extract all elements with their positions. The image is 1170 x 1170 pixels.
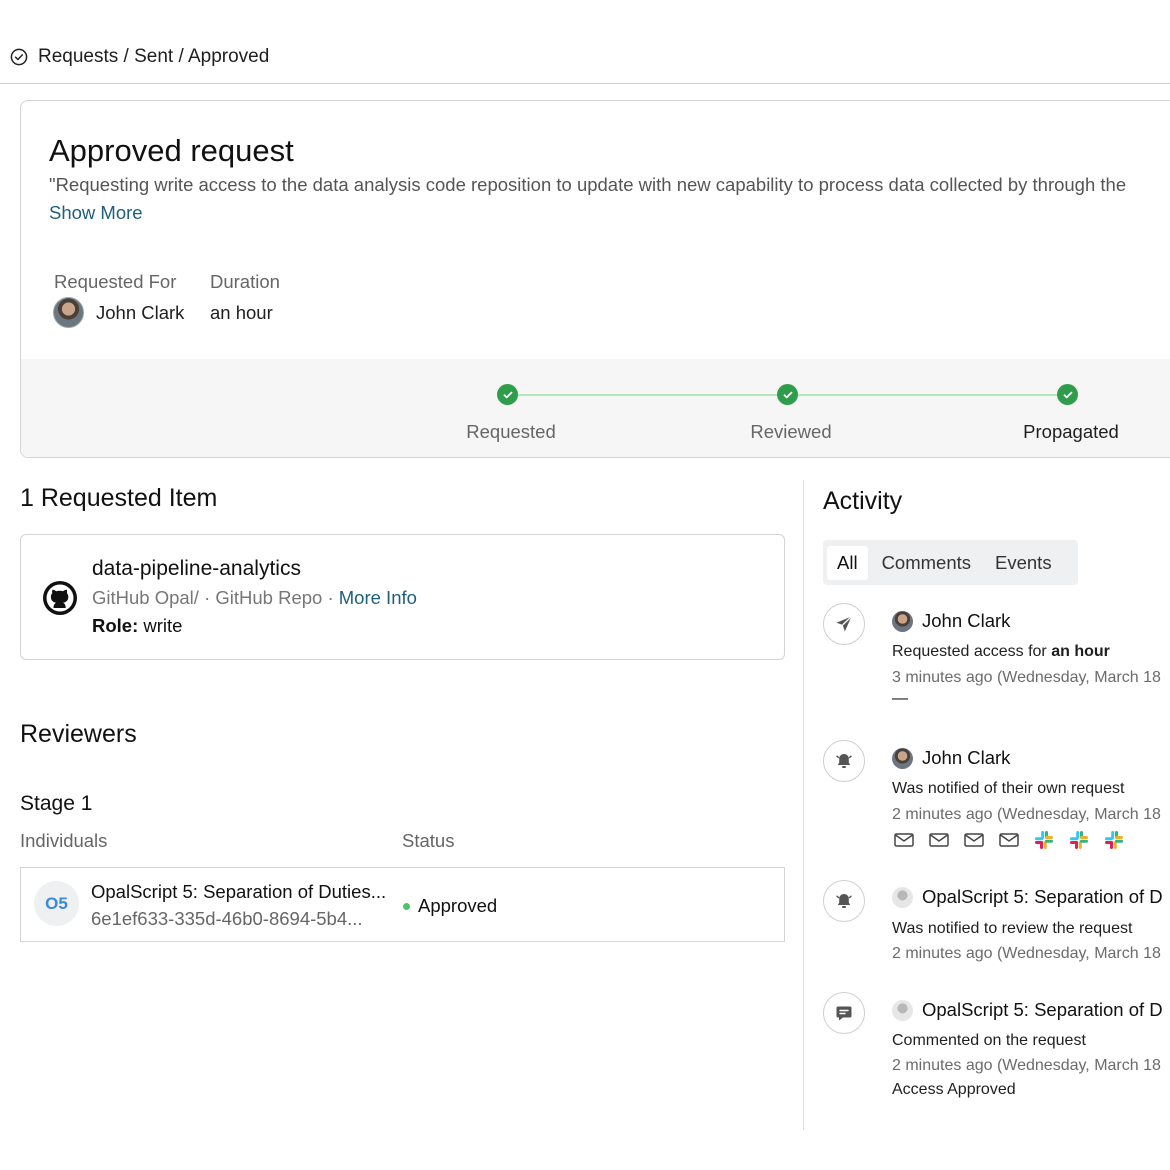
send-icon (823, 603, 865, 645)
duration-label: Duration (210, 271, 280, 292)
avatar (892, 747, 913, 769)
request-description: "Requesting write access to the data ana… (49, 174, 1127, 195)
step-check-icon (1057, 384, 1078, 405)
comment-body: Access Approved (892, 1081, 1016, 1098)
activity-tabs: All Comments Events (823, 540, 1078, 585)
slack-icon[interactable] (1068, 829, 1090, 851)
progress-line (518, 394, 788, 396)
activity-actor[interactable]: OpalScript 5: Separation of D (892, 999, 1163, 1021)
actor-name: John Clark (922, 747, 1011, 768)
mail-icon[interactable] (893, 829, 915, 851)
activity-actor[interactable]: OpalScript 5: Separation of D (892, 886, 1163, 908)
activity-timestamp: 2 minutes ago (Wednesday, March 18 (892, 945, 1161, 962)
activity-text: Was notified to review the request (892, 920, 1133, 937)
activity-text-prefix: Requested access for (892, 643, 1052, 660)
activity-text-duration: an hour (1051, 643, 1110, 660)
actor-name: OpalScript 5: Separation of D (922, 886, 1163, 907)
reviewers-heading: Reviewers (20, 720, 137, 748)
actor-name: John Clark (922, 610, 1011, 631)
request-summary-card: Approved request "Requesting write acces… (20, 100, 1170, 458)
item-role: Role: write (92, 615, 182, 637)
item-source: GitHub Opal/ · GitHub Repo · More Info (92, 587, 417, 609)
step-check-icon (497, 384, 518, 405)
reviewer-row[interactable]: O5 OpalScript 5: Separation of Duties...… (20, 867, 785, 942)
mail-icon[interactable] (928, 829, 950, 851)
mail-icon[interactable] (963, 829, 985, 851)
tab-all[interactable]: All (827, 545, 868, 580)
check-circle-icon (10, 48, 28, 66)
mail-icon[interactable] (998, 829, 1020, 851)
role-label: Role: (92, 615, 139, 636)
status-dot-icon (403, 902, 410, 910)
duration-value: an hour (210, 302, 273, 323)
column-individuals: Individuals (20, 830, 108, 851)
github-icon (41, 579, 79, 617)
column-status: Status (402, 830, 455, 851)
actor-name: OpalScript 5: Separation of D (922, 999, 1163, 1020)
requested-items-heading: 1 Requested Item (20, 484, 218, 512)
request-progress: Requested Reviewed Propagated (21, 359, 1170, 457)
notification-channels (893, 829, 1125, 851)
reviewer-avatar: O5 (34, 881, 79, 926)
activity-timestamp: 3 minutes ago (Wednesday, March 18 (892, 669, 1161, 686)
role-value: write (138, 615, 183, 636)
avatar (892, 999, 913, 1021)
avatar (892, 610, 913, 632)
activity-text: Requested access for an hour (892, 643, 1110, 661)
step-label-propagated: Propagated (1023, 421, 1119, 442)
activity-timestamp: 2 minutes ago (Wednesday, March 18 (892, 1057, 1161, 1074)
column-divider (803, 480, 804, 1130)
reviewer-id: 6e1ef633-335d-46b0-8694-5b4... (91, 908, 363, 929)
page-title: Approved request (49, 133, 294, 168)
status-text: Approved (418, 895, 498, 916)
step-check-icon (777, 384, 798, 405)
avatar (53, 297, 84, 328)
activity-text: Was notified of their own request (892, 780, 1125, 797)
activity-text: Commented on the request (892, 1032, 1086, 1049)
comment-icon (823, 992, 865, 1034)
show-more-link[interactable]: Show More (49, 202, 143, 224)
item-source-text: GitHub Opal/ · GitHub Repo · (92, 587, 339, 608)
reviewer-name: OpalScript 5: Separation of Duties... (91, 881, 387, 902)
breadcrumb-text[interactable]: Requests / Sent / Approved (38, 46, 269, 68)
tab-comments[interactable]: Comments (872, 546, 981, 580)
bell-icon (823, 740, 865, 782)
status-badge: Approved (403, 895, 497, 917)
bell-icon (823, 880, 865, 922)
requested-item-card[interactable]: data-pipeline-analytics GitHub Opal/ · G… (20, 534, 785, 660)
slack-icon[interactable] (1033, 829, 1055, 851)
step-label-requested: Requested (466, 421, 556, 442)
header-divider (0, 83, 1170, 84)
requested-for-value[interactable]: John Clark (96, 302, 184, 324)
slack-icon[interactable] (1103, 829, 1125, 851)
item-name[interactable]: data-pipeline-analytics (92, 557, 301, 581)
stage-heading: Stage 1 (20, 792, 93, 815)
requested-for-label: Requested For (54, 271, 177, 292)
activity-actor[interactable]: John Clark (892, 747, 1010, 769)
progress-line (798, 394, 1068, 396)
activity-dash: — (892, 690, 908, 707)
activity-heading: Activity (823, 487, 903, 515)
breadcrumb: Requests / Sent / Approved (10, 46, 269, 68)
tab-events[interactable]: Events (985, 546, 1062, 580)
avatar (892, 886, 913, 908)
activity-actor[interactable]: John Clark (892, 610, 1010, 632)
activity-timestamp: 2 minutes ago (Wednesday, March 18 (892, 806, 1161, 823)
more-info-link[interactable]: More Info (339, 587, 417, 608)
step-label-reviewed: Reviewed (750, 421, 832, 442)
